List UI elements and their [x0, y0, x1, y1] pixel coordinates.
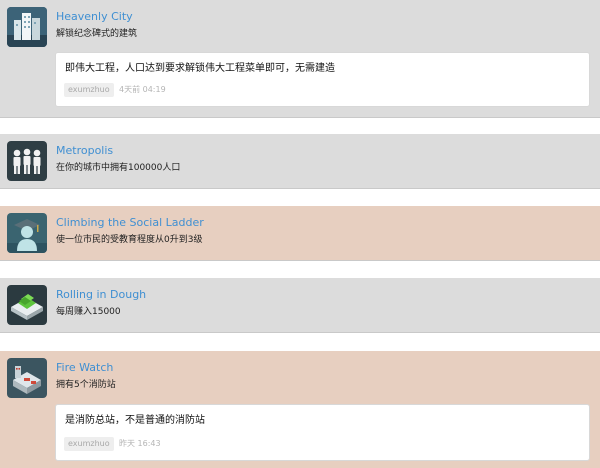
achievement-title[interactable]: Climbing the Social Ladder [56, 216, 204, 230]
comment-text: 即伟大工程，人口达到要求解锁伟大工程菜单即可，无需建造 [65, 63, 335, 74]
comment-text: 是消防总站，不是普通的消防站 [65, 415, 205, 426]
achievement-item: Heavenly City 解锁纪念碑式的建筑 即伟大工程，人口达到要求解锁伟大… [0, 0, 600, 118]
achievement-description: 拥有5个消防站 [56, 380, 116, 390]
achievement-title[interactable]: Metropolis [56, 144, 113, 158]
fire-station-icon [7, 358, 47, 398]
achievement-description: 解锁纪念碑式的建筑 [56, 29, 138, 39]
achievement-title[interactable]: Rolling in Dough [56, 288, 146, 302]
comment-time: 4天前 04:19 [119, 85, 166, 94]
achievement-item: Rolling in Dough 每周赚入15000 [0, 278, 600, 333]
money-icon [7, 285, 47, 325]
comment-author[interactable]: exumzhuo [64, 83, 114, 97]
achievement-title[interactable]: Heavenly City [56, 10, 133, 24]
achievement-item: Fire Watch 拥有5个消防站 是消防总站，不是普通的消防站 exumzh… [0, 351, 600, 468]
comment-card: 即伟大工程，人口达到要求解锁伟大工程菜单即可，无需建造 exumzhuo 4天前… [55, 52, 590, 107]
comment-author[interactable]: exumzhuo [64, 437, 114, 451]
achievement-description: 使一位市民的受教育程度从0升到3级 [56, 235, 203, 245]
achievement-title[interactable]: Fire Watch [56, 361, 113, 375]
achievement-item: Climbing the Social Ladder 使一位市民的受教育程度从0… [0, 206, 600, 261]
comment-time: 昨天 16:43 [119, 439, 161, 448]
skyscraper-icon [7, 7, 47, 47]
people-icon [7, 141, 47, 181]
graduate-icon [7, 213, 47, 253]
comment-card: 是消防总站，不是普通的消防站 exumzhuo 昨天 16:43 [55, 404, 590, 461]
achievement-description: 每周赚入15000 [56, 307, 121, 317]
achievement-item: Metropolis 在你的城市中拥有100000人口 [0, 134, 600, 189]
achievement-description: 在你的城市中拥有100000人口 [56, 163, 181, 173]
